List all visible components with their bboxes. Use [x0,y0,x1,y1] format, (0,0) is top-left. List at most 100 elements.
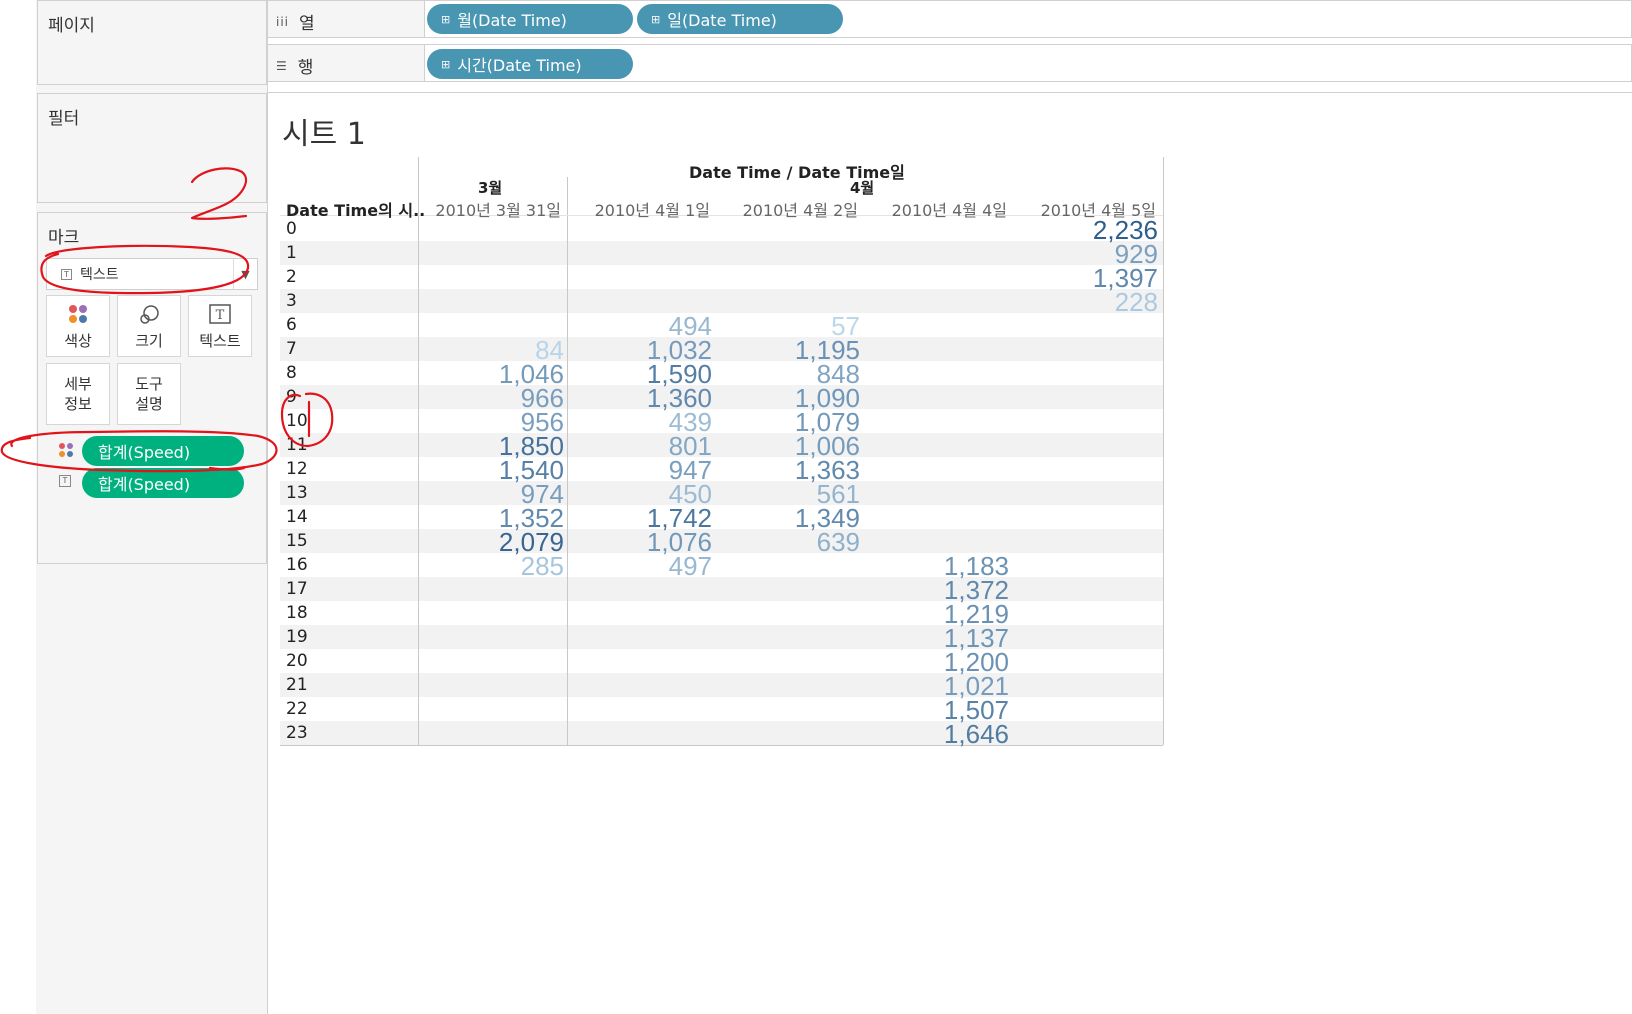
row-band [280,433,1163,457]
value-cell[interactable]: 639 [817,529,860,555]
row-label: 6 [286,315,297,335]
text-mark-icon: T [61,268,72,280]
month-header-april: 4월 [850,179,875,197]
columns-label: 열 [299,14,315,34]
value-cell[interactable]: 497 [669,553,712,579]
month-header-march: 3월 [478,179,503,197]
row-label: 19 [286,627,308,647]
tooltip-label: 도구 설명 [118,374,180,414]
date-column-header[interactable]: 2010년 4월 1일 [595,197,710,221]
detail-label-line2: 정보 [64,395,92,413]
row-header-title: Date Time의 시.. [286,201,426,220]
row-band [280,529,1163,553]
columns-shelf-label: iii 열 [276,9,315,34]
column-pill-month[interactable]: ⊞ 월(Date Time) [427,4,633,34]
expand-icon: ⊞ [441,12,451,26]
color-field-pill[interactable]: 합계(Speed) [82,436,244,466]
filters-card[interactable]: 필터 [37,93,267,203]
row-band [280,337,1163,361]
mark-type-label: 텍스트 [80,267,119,283]
tooltip-button[interactable]: 도구 설명 [117,363,181,425]
row-band [280,385,1163,409]
worksheet-view[interactable]: 시트 1 Date Time / Date Time일 3월 4월 Date Time… [267,92,1632,1014]
tooltip-label-line2: 설명 [135,395,163,413]
value-cell[interactable]: 228 [1115,289,1158,315]
color-label: 색상 [64,332,92,350]
grid-divider [418,157,419,745]
date-column-header[interactable]: 2010년 4월 4일 [892,197,1007,221]
marks-title: 마크 [48,228,80,248]
row-label: 7 [286,339,297,359]
row-label: 3 [286,291,297,311]
row-band [280,625,1163,649]
row-band [280,673,1163,697]
row-label: 18 [286,603,308,623]
rows-label: 행 [297,58,314,78]
text-label: 텍스트 [199,332,241,350]
row-label: 2 [286,267,297,287]
row-label: 0 [286,219,297,239]
sheet-title: 시트 1 [282,117,366,152]
row-label: 20 [286,651,308,671]
rows-shelf-label: ☰ 행 [276,53,313,78]
row-label: 17 [286,579,308,599]
color-field-icon [58,442,74,462]
color-button[interactable]: 색상 [46,295,110,357]
expand-icon: ⊞ [441,57,451,71]
row-band [280,577,1163,601]
row-label: 21 [286,675,308,695]
row-band [280,289,1163,313]
row-band [280,241,1163,265]
detail-button[interactable]: 세부 정보 [46,363,110,425]
text-field-icon: T [59,475,71,487]
row-label: 15 [286,531,308,551]
row-label: 23 [286,723,308,743]
row-label: 14 [286,507,308,527]
date-column-header[interactable]: 2010년 3월 31일 [435,197,561,221]
row-band [280,481,1163,505]
size-label: 크기 [135,332,163,350]
row-label: 10 [286,411,308,431]
row-label: 13 [286,483,308,503]
row-label: 1 [286,243,297,263]
column-pill-month-label: 월(Date Time) [457,11,567,30]
date-column-header[interactable]: 2010년 4월 2일 [743,197,858,221]
row-label: 9 [286,387,297,407]
size-button[interactable]: 크기 [117,295,181,357]
columns-icon: iii [276,14,290,29]
size-icon [118,296,180,324]
detail-label-line1: 세부 [64,375,92,393]
row-pill-hour-label: 시간(Date Time) [457,56,582,75]
color-field-label: 합계(Speed) [98,443,191,462]
grid-divider [567,177,568,745]
mark-type-dropdown[interactable]: T 텍스트 ▼ [46,258,258,290]
row-band [280,721,1163,745]
row-label: 22 [286,699,308,719]
left-edge-strip [0,0,36,1014]
chevron-down-icon[interactable]: ▼ [233,259,257,289]
row-label: 8 [286,363,297,383]
rows-icon: ☰ [276,58,288,73]
grid-divider [280,745,1163,746]
tooltip-label-line1: 도구 [135,375,163,393]
row-label: 16 [286,555,308,575]
text-field-pill[interactable]: 합계(Speed) [82,468,244,498]
value-cell[interactable]: 1,646 [944,721,1009,747]
color-icon [47,296,109,324]
expand-icon: ⊞ [651,12,661,26]
column-pill-day[interactable]: ⊞ 일(Date Time) [637,4,843,34]
column-pill-day-label: 일(Date Time) [667,11,777,30]
svg-text:T: T [216,308,225,323]
pages-card[interactable]: 페이지 [37,0,267,85]
row-label: 12 [286,459,308,479]
grid-divider [1163,157,1164,745]
row-pill-hour[interactable]: ⊞ 시간(Date Time) [427,49,633,79]
pages-title: 페이지 [48,16,95,36]
value-cell[interactable]: 285 [521,553,564,579]
filters-title: 필터 [48,109,80,129]
text-icon: T [189,296,251,324]
marks-card: 마크 T 텍스트 ▼ 색상 크기 T 텍스트 세부 정보 도구 설명 합계(Sp… [37,212,267,564]
row-label: 11 [286,435,308,455]
text-field-label: 합계(Speed) [98,475,191,494]
text-button[interactable]: T 텍스트 [188,295,252,357]
